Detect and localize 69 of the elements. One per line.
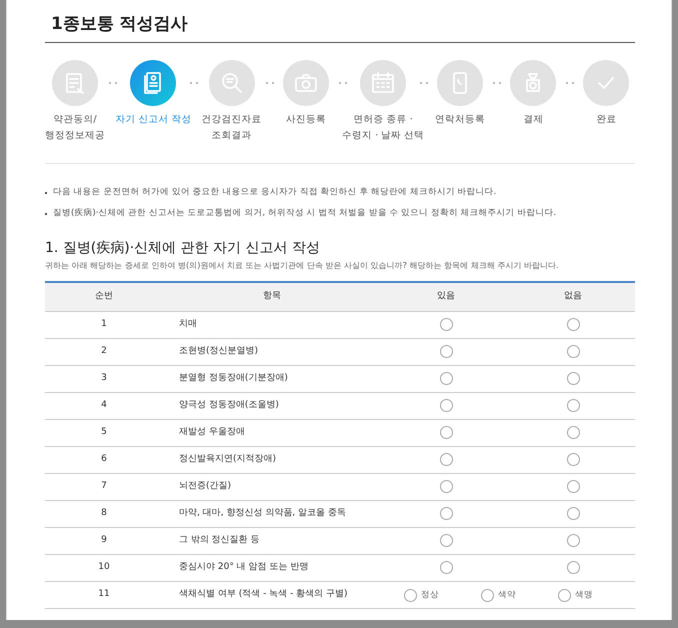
document-icon [63, 71, 87, 96]
radio-button[interactable] [481, 588, 494, 602]
table-cell: 뇌전증(간질) [163, 474, 382, 501]
radio-button[interactable] [440, 398, 453, 412]
radio-button[interactable] [440, 480, 453, 493]
step-label: 사진등록 [286, 113, 326, 128]
table-cell: 8 [45, 500, 163, 528]
column-header: 있음 [381, 282, 512, 312]
radio-option[interactable]: 정상 [404, 588, 482, 602]
radio-option[interactable]: 색약 [481, 588, 558, 602]
step-label: 면허증 종류 · 수령지 · 날짜 선택 [342, 113, 424, 143]
step-label: 약관동의/ 행정정보제공 [45, 113, 105, 143]
radio-button[interactable] [440, 372, 453, 385]
step-label: 자기 신고서 작성 [115, 113, 192, 128]
radio-button[interactable] [440, 344, 453, 358]
table-cell: 색채식별 여부 (적색 - 녹색 - 황색의 구별) [163, 582, 382, 609]
radio-button[interactable] [566, 426, 580, 439]
table-cell: 5 [45, 420, 163, 447]
radio-button[interactable] [566, 344, 580, 358]
radio-button[interactable] [440, 318, 453, 331]
step-label: 건강검진자료 조회결과 [202, 113, 262, 143]
table-cell: 마약, 대마, 향정신성 의약품, 알코올 중독 [163, 500, 382, 528]
radio-button[interactable] [566, 506, 580, 520]
table-cell: 양극성 정동장애(조울병) [163, 392, 382, 420]
table-cell: 정신발육지연(지적장애) [163, 446, 382, 474]
notice-text: 다음 내용은 운전면허 허가에 있어 중요한 내용으로 응시자가 직접 확인하신 후 해당란에 체크하시기 바랍니다. [53, 186, 496, 199]
table-cell: 재발성 우울장애 [163, 420, 382, 447]
radio-button[interactable] [440, 452, 453, 466]
radio-button[interactable] [566, 318, 580, 331]
table-cell: 4 [45, 392, 163, 420]
radio-button[interactable] [404, 588, 418, 602]
section-description: 귀하는 아래 해당하는 증세로 인하여 병(의)원에서 치료 또는 사법기관에 단속 받은 사실이 있습니까? 해당하는 항목에 체크해 주시기 바랍니다. [45, 259, 560, 272]
table-cell: 조현병(정신분열병) [163, 338, 382, 366]
table-cell: 10 [45, 554, 163, 582]
radio-button[interactable] [440, 534, 453, 547]
table-cell: 치매 [163, 312, 382, 339]
table-cell: 분열형 정동장애(기분장애) [163, 366, 382, 393]
radio-button[interactable] [558, 588, 572, 602]
table-cell: 7 [45, 474, 163, 501]
column-header: 순번 [45, 282, 163, 312]
step-label: 완료 [596, 113, 616, 128]
column-header: 없음 [511, 282, 635, 312]
table-cell: 2 [45, 338, 163, 366]
step-circle[interactable] [52, 60, 98, 106]
step-label: 연락처등록 [435, 113, 486, 128]
radio-option[interactable]: 색맹 [558, 588, 635, 602]
page-title: 1종보통 적성검사 [45, 10, 635, 44]
table-cell: 9 [45, 528, 163, 555]
radio-button[interactable] [440, 506, 453, 520]
notice-text: 질병(疾病)·신체에 관한 신고서는 도로교통법에 의거, 허위작성 시 법적 처벌을 받을 수 있으니 정확히 체크해주시기 바랍니다. [53, 206, 556, 220]
radio-button[interactable] [566, 398, 580, 412]
table-cell: 11 [45, 582, 163, 609]
search-icon [220, 71, 244, 96]
radio-button[interactable] [566, 534, 580, 547]
section-heading: 1. 질병(疾病)·신체에 관한 자기 신고서 작성 [45, 240, 321, 256]
table-cell: 6 [45, 446, 163, 474]
table-cell: 그 밖의 정신질환 등 [163, 528, 382, 555]
table-cell: 중심시야 20° 내 암점 또는 반맹 [163, 554, 382, 582]
calendar-icon [371, 71, 396, 96]
radio-button[interactable] [440, 560, 453, 574]
radio-button[interactable] [566, 452, 580, 466]
column-header: 항목 [163, 282, 382, 312]
radio-button[interactable] [566, 480, 580, 493]
radio-button[interactable] [566, 560, 580, 574]
radio-button[interactable] [440, 426, 453, 439]
table-cell: 3 [45, 366, 163, 393]
radio-button[interactable] [566, 372, 580, 385]
table-cell: 1 [45, 312, 163, 339]
step-label: 결제 [523, 113, 544, 128]
